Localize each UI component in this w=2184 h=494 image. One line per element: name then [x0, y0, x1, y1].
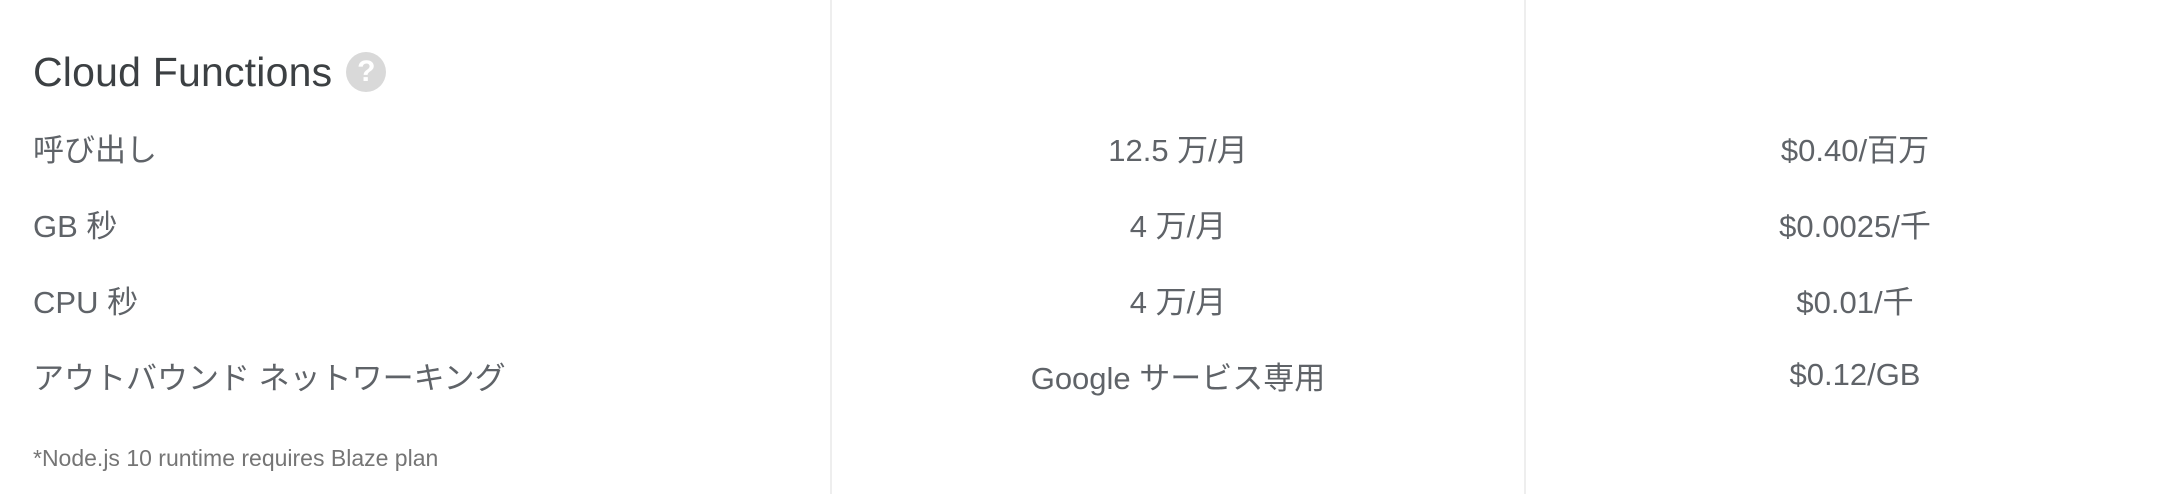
- price-value: $0.0025/千: [1779, 208, 1931, 244]
- footnote: *Node.js 10 runtime requires Blaze plan: [33, 445, 439, 471]
- free-tier-value: 12.5 万/月: [1108, 132, 1248, 168]
- free-tier-value: 4 万/月: [1129, 284, 1227, 320]
- section-title: Cloud Functions: [33, 48, 333, 95]
- row-label: アウトバウンド ネットワーキング: [33, 360, 506, 396]
- price-value: $0.12/GB: [1789, 357, 1921, 392]
- row-label: CPU 秒: [33, 284, 139, 320]
- table-row-invocations: 呼び出し 12.5 万/月 $0.40/百万: [0, 122, 2184, 172]
- section-header: Cloud Functions ?: [33, 44, 387, 100]
- row-label: GB 秒: [33, 208, 118, 244]
- free-tier-value: Google サービス専用: [1030, 360, 1326, 396]
- help-icon[interactable]: ?: [346, 52, 387, 92]
- row-label: 呼び出し: [33, 132, 157, 168]
- table-row-cpu-seconds: CPU 秒 4 万/月 $0.01/千: [0, 274, 2184, 324]
- free-tier-value: 4 万/月: [1129, 208, 1227, 244]
- table-row-gb-seconds: GB 秒 4 万/月 $0.0025/千: [0, 198, 2184, 248]
- price-value: $0.01/千: [1796, 284, 1914, 320]
- price-value: $0.40/百万: [1780, 132, 1930, 168]
- table-row-outbound-networking: アウトバウンド ネットワーキング Google サービス専用 $0.12/GB: [0, 350, 2184, 400]
